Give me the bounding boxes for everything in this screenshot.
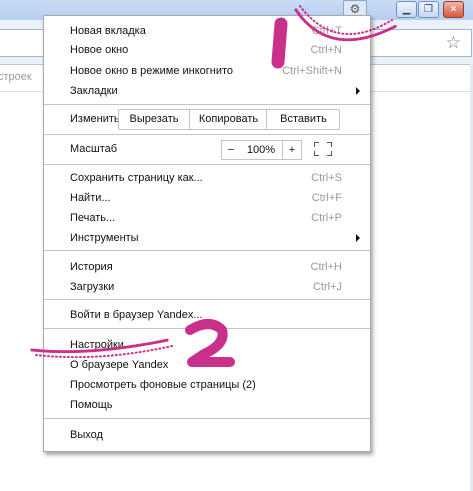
menu-separator	[44, 299, 370, 300]
zoom-in-button[interactable]: +	[282, 140, 302, 160]
paste-button[interactable]: Вставить	[266, 110, 340, 129]
menu-item-incognito[interactable]: Новое окно в режиме инкогнито	[70, 63, 233, 79]
menu-item-find[interactable]: Найти...	[70, 190, 111, 206]
shortcut-new-tab: Ctrl+T	[311, 25, 342, 37]
menu-separator	[44, 328, 370, 329]
maximize-icon[interactable]: ❐	[418, 1, 439, 18]
copy-button[interactable]: Копировать	[189, 110, 267, 129]
browser-menu: Новая вкладка Ctrl+T Новое окно Ctrl+N Н…	[43, 15, 371, 452]
minimize-icon[interactable]: ▁	[396, 1, 417, 18]
menu-item-about[interactable]: О браузере Yandex	[70, 357, 168, 373]
edit-button-group: Вырезать Копировать Вставить	[118, 109, 340, 130]
menu-item-downloads[interactable]: Загрузки	[70, 279, 114, 295]
shortcut-incognito: Ctrl+Shift+N	[282, 65, 342, 77]
shortcut-downloads: Ctrl+J	[312, 281, 342, 293]
close-icon[interactable]: ×	[443, 1, 464, 18]
menu-item-exit[interactable]: Выход	[70, 427, 103, 443]
menu-separator	[44, 164, 370, 165]
shortcut-save-page: Ctrl+S	[311, 172, 342, 184]
star-icon[interactable]: ☆	[446, 33, 461, 53]
fullscreen-icon[interactable]	[314, 142, 332, 156]
menu-item-tools[interactable]: Инструменты	[70, 230, 139, 246]
menu-item-zoom: Масштаб	[70, 143, 118, 155]
menu-item-save-page[interactable]: Сохранить страницу как...	[70, 170, 203, 186]
shortcut-history: Ctrl+H	[310, 261, 342, 273]
menu-item-settings[interactable]: Настройки	[70, 337, 124, 353]
menu-item-new-window[interactable]: Новое окно	[70, 42, 128, 58]
shortcut-print: Ctrl+P	[311, 212, 342, 224]
menu-item-edit: Изменить	[70, 113, 120, 125]
menu-separator	[44, 134, 370, 135]
submenu-arrow-icon	[356, 87, 360, 95]
menu-item-new-tab[interactable]: Новая вкладка	[70, 23, 146, 39]
menu-separator	[44, 418, 370, 419]
bookmarks-bar-partial-text: строек	[0, 71, 32, 83]
shortcut-new-window: Ctrl+N	[310, 44, 342, 56]
menu-item-bookmarks[interactable]: Закладки	[70, 83, 118, 99]
zoom-out-button[interactable]: −	[221, 140, 241, 160]
submenu-arrow-icon	[356, 234, 360, 242]
menu-separator	[44, 104, 370, 105]
zoom-level: 100%	[240, 140, 282, 160]
menu-item-history[interactable]: История	[70, 259, 113, 275]
menu-item-sign-in[interactable]: Войти в браузер Yandex...	[70, 307, 203, 323]
cut-button[interactable]: Вырезать	[119, 110, 189, 129]
menu-item-background-pages[interactable]: Просмотреть фоновые страницы (2)	[70, 377, 256, 393]
menu-separator	[44, 250, 370, 251]
menu-item-help[interactable]: Помощь	[70, 397, 113, 413]
shortcut-find: Ctrl+F	[311, 192, 342, 204]
menu-item-print[interactable]: Печать...	[70, 210, 115, 226]
